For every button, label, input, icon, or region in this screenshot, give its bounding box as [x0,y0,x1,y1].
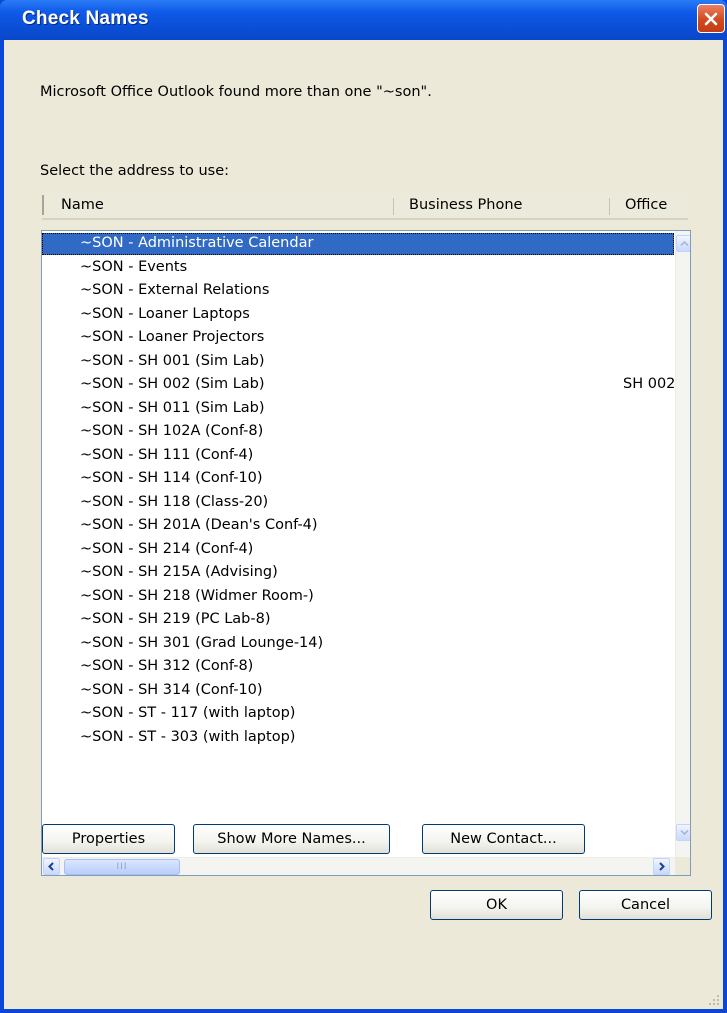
list-item[interactable]: ~SON - SH 002 (Sim Lab) SH 002 [42,374,675,396]
entry-name: ~SON - SH 215A (Advising) [80,564,278,580]
close-button[interactable] [697,4,725,33]
vertical-scrollbar[interactable] [675,231,690,857]
entry-name: ~SON - Administrative Calendar [80,235,314,251]
list-item[interactable]: ~SON - Events [42,257,675,279]
list-item[interactable]: ~SON - Loaner Projectors [42,327,675,349]
scroll-down-icon [680,829,689,836]
new-contact-button[interactable]: New Contact... [422,824,585,854]
address-list[interactable]: ~SON - ST - 303 (with laptop) ~SON - ST -… [41,230,691,876]
entry-name: ~SON - SH 314 (Conf-10) [80,681,263,698]
cancel-button[interactable]: Cancel [579,890,712,920]
entry-name: ~SON - SH 218 (Widmer Room-) [80,587,314,604]
entry-name: ~SON - SH 002 (Sim Lab) [80,376,265,392]
entry-name: ~SON - SH 301 (Grad Lounge-14) [80,634,324,651]
message-text: Microsoft Office Outlook found more than… [40,84,432,100]
scroll-right-icon [659,862,665,871]
resize-grip-icon[interactable] [706,992,720,1006]
list-item[interactable]: ~SON - SH 011 (Sim Lab) [42,398,675,420]
entry-name: ~SON - External Relations [80,282,270,298]
scroll-left-icon [48,862,54,871]
list-item[interactable]: ~SON - ST - 117 (with laptop) [42,703,675,725]
list-item[interactable]: ~SON - SH 219 (PC Lab-8) [42,609,675,631]
scroll-up-button[interactable] [676,235,690,252]
title-bar[interactable]: Check Names [0,0,727,40]
scroll-down-button[interactable] [676,824,690,841]
scroll-up-icon [680,240,689,247]
list-item[interactable]: ~SON - SH 215A (Advising) [42,562,675,584]
scrollbar-corner [675,857,690,875]
list-item[interactable]: ~SON - External Relations [42,280,675,302]
entry-name: ~SON - SH 214 (Conf-4) [80,540,254,557]
entry-name: ~SON - ST - 303 (with laptop) [80,728,296,745]
properties-button[interactable]: Properties [42,824,175,854]
list-item[interactable]: ~SON - SH 201A (Dean's Conf-4) [42,515,675,537]
list-item[interactable]: ~SON - SH 214 (Conf-4) [42,539,675,561]
list-item[interactable]: ~SON - SH 111 (Conf-4) [42,445,675,467]
entry-name: ~SON - SH 219 (PC Lab-8) [80,611,271,627]
list-item[interactable]: ~SON - SH 114 (Conf-10) [42,468,675,490]
entry-name: ~SON - SH 312 (Conf-8) [80,658,254,674]
column-header-business-phone[interactable]: Business Phone [409,197,522,213]
close-icon [704,12,718,25]
header-divider [42,195,44,215]
list-item[interactable]: ~SON - SH 301 (Grad Lounge-14) [42,633,675,655]
header-divider[interactable] [609,198,610,215]
list-item[interactable]: ~SON - SH 102A (Conf-8) [42,421,675,443]
entry-office: SH 002 [623,376,676,392]
entry-name: ~SON - SH 111 (Conf-4) [80,446,254,463]
scroll-right-button[interactable] [653,858,670,875]
column-header-name[interactable]: Name [61,197,104,213]
list-header: Name Business Phone Office [42,193,688,220]
list-item[interactable]: ~SON - SH 312 (Conf-8) [42,656,675,678]
entry-name: ~SON - SH 001 (Sim Lab) [80,352,265,369]
column-header-office[interactable]: Office [625,197,667,213]
ok-button[interactable]: OK [430,890,563,920]
entry-name: ~SON - ST - 117 (with laptop) [80,705,296,721]
entry-name: ~SON - Events [80,258,188,275]
window-border [0,1009,727,1013]
list-item[interactable]: ~SON - Administrative Calendar [42,233,675,255]
entry-name: ~SON - Loaner Projectors [80,329,265,345]
scroll-grip: III [116,862,128,872]
entry-name: ~SON - SH 118 (Class-20) [80,493,269,510]
select-address-label: Select the address to use: [40,163,230,179]
entry-name: ~SON - SH 102A (Conf-8) [80,423,264,439]
scroll-left-button[interactable] [43,858,60,875]
list-item[interactable]: ~SON - SH 118 (Class-20) [42,492,675,514]
entry-name: ~SON - Loaner Laptops [80,305,250,322]
list-item[interactable]: ~SON - SH 001 (Sim Lab) [42,351,675,373]
dialog-body: Microsoft Office Outlook found more than… [4,40,723,1009]
dialog-title: Check Names [22,8,149,29]
list-item[interactable]: ~SON - SH 314 (Conf-10) [42,680,675,702]
list-item[interactable]: ~SON - ST - 303 (with laptop) [42,727,675,749]
horizontal-scrollbar[interactable]: III [42,857,675,875]
list-item[interactable]: ~SON - Loaner Laptops [42,304,675,326]
check-names-dialog: Check Names Microsoft Office Outlook fou… [0,0,727,1013]
horizontal-scroll-thumb[interactable]: III [64,859,180,875]
header-divider[interactable] [393,198,394,215]
entry-name: ~SON - SH 201A (Dean's Conf-4) [80,517,318,533]
entry-name: ~SON - SH 114 (Conf-10) [80,470,263,486]
entry-name: ~SON - SH 011 (Sim Lab) [80,399,265,416]
show-more-names-button[interactable]: Show More Names... [193,824,390,854]
list-item[interactable]: ~SON - SH 218 (Widmer Room-) [42,586,675,608]
